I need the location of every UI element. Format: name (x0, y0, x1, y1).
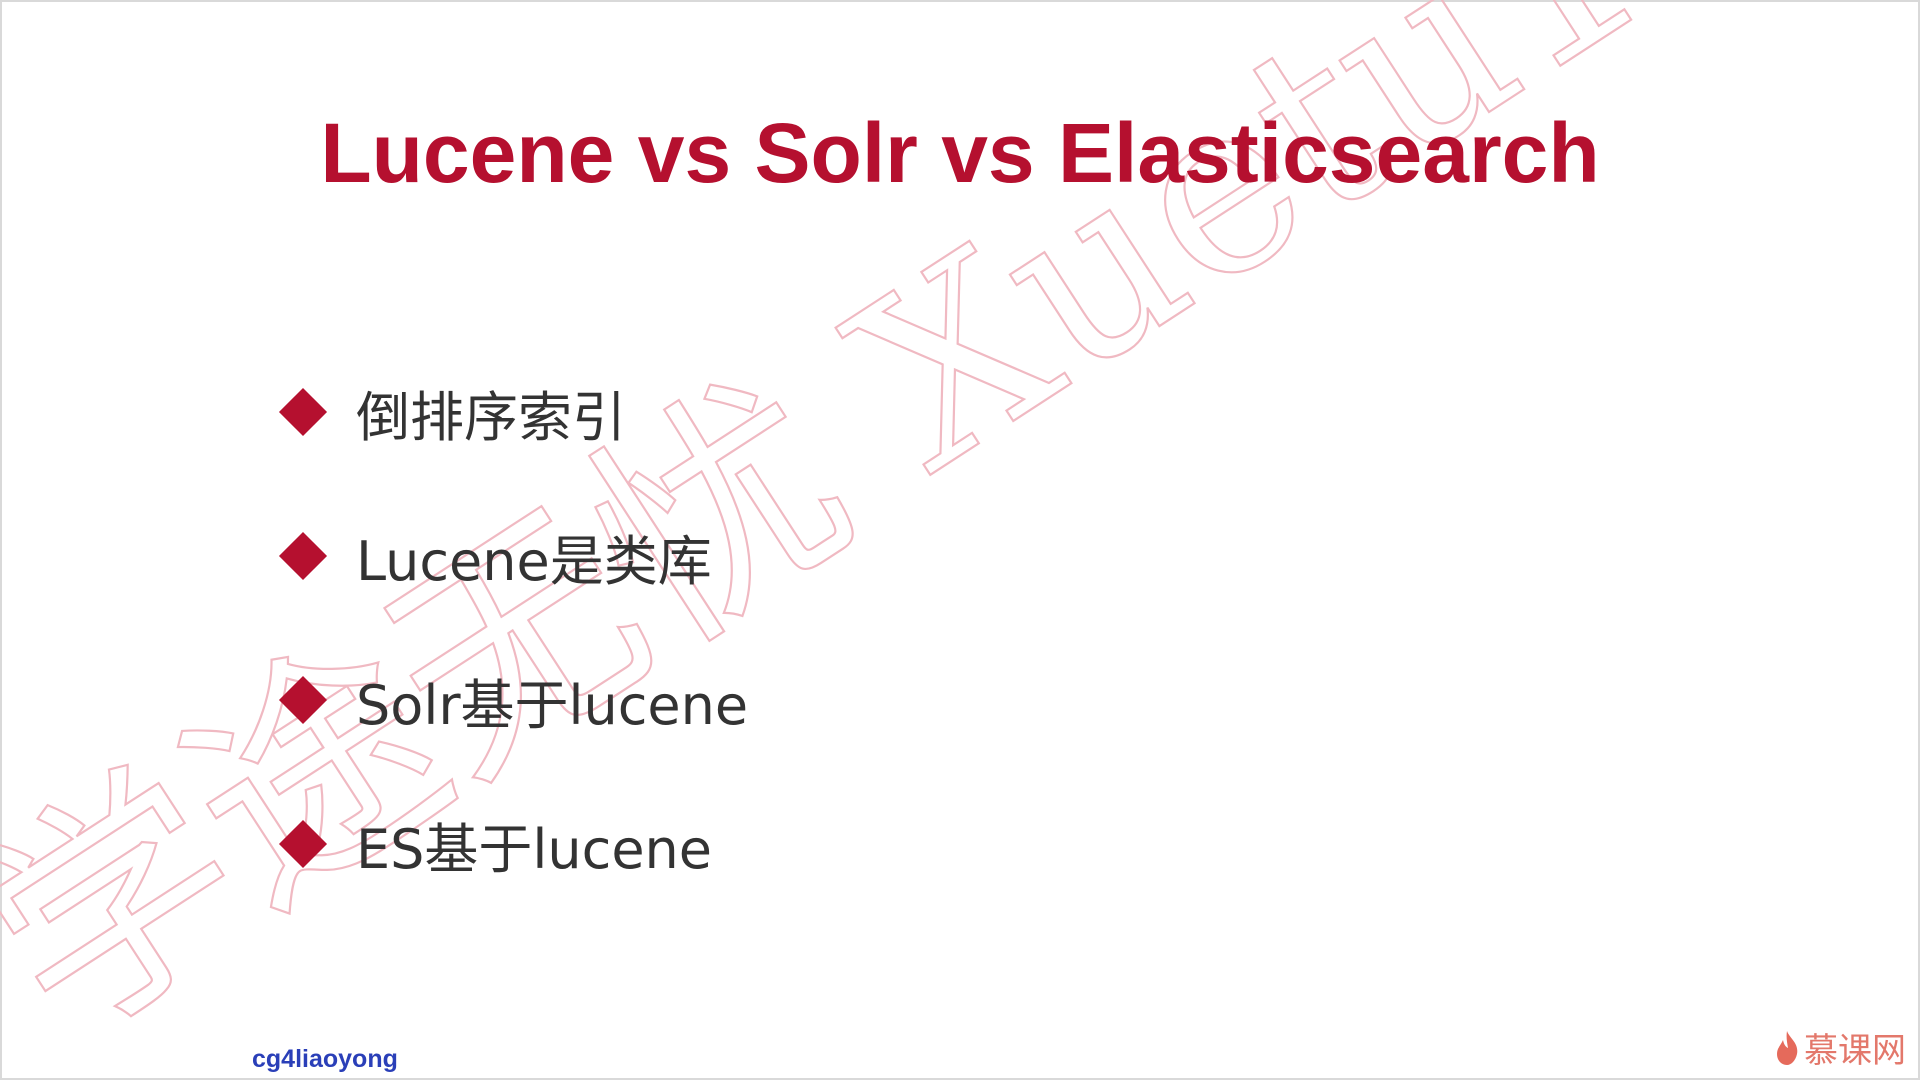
brand-logo: 慕课网 (1774, 1023, 1906, 1072)
author-tag: cg4liaoyong (252, 1045, 398, 1073)
bullet-item: Lucene是类库 (276, 484, 748, 628)
flame-icon (1777, 1030, 1798, 1065)
bullet-text: Solr基于lucene (356, 673, 749, 737)
slide-title: Lucene vs Solr vs Elasticsearch (320, 106, 1600, 200)
bullet-list: 倒排序索引 Lucene是类库 Solr基于lucene ES基于lucene (276, 340, 748, 916)
diamond-bullet-icon (278, 675, 328, 725)
brand-name: 慕课网 (1804, 1031, 1906, 1071)
bullet-text: ES基于lucene (356, 817, 712, 881)
diamond-bullet-icon (278, 387, 328, 437)
bullet-item: ES基于lucene (276, 772, 748, 916)
bullet-item: Solr基于lucene (276, 628, 748, 772)
diamond-bullet-icon (278, 531, 328, 581)
diamond-bullet-icon (278, 819, 328, 869)
bullet-text: Lucene是类库 (356, 529, 712, 593)
bullet-text: 倒排序索引 (356, 385, 626, 449)
bullet-item: 倒排序索引 (276, 340, 748, 484)
